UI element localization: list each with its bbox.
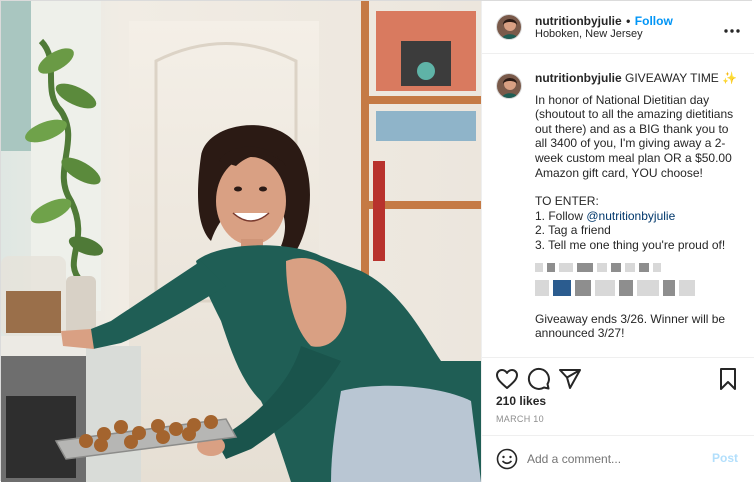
heart-icon[interactable] <box>495 367 519 391</box>
follow-button[interactable]: Follow <box>635 14 673 28</box>
author-avatar[interactable] <box>496 14 522 40</box>
post-details-panel: nutritionbyjulie • Follow Hoboken, New J… <box>481 1 754 482</box>
mention-link[interactable]: @nutritionbyjulie <box>586 209 675 223</box>
bookmark-icon[interactable] <box>716 367 740 391</box>
share-icon[interactable] <box>558 367 582 391</box>
caption-headline: GIVEAWAY TIME <box>625 71 719 85</box>
step-3: 3. Tell me one thing you're proud of! <box>535 237 726 252</box>
post-photo[interactable] <box>1 1 481 482</box>
sparkle-icon: ✨ <box>722 71 738 85</box>
caption-username[interactable]: nutritionbyjulie <box>535 71 622 85</box>
blurred-hashtags <box>535 262 743 296</box>
post-date: MARCH 10 <box>496 414 544 424</box>
caption-body: In honor of National Dietitian day (shou… <box>535 92 734 180</box>
smiley-icon[interactable] <box>496 448 518 470</box>
post-caption: nutritionbyjulie GIVEAWAY TIME ✨ In hono… <box>535 71 743 341</box>
caption-closing: Giveaway ends 3/26. Winner will be annou… <box>535 311 726 341</box>
comment-input[interactable] <box>527 452 707 466</box>
step-1: 1. Follow @nutritionbyjulie <box>535 209 743 224</box>
step-1-text: 1. Follow <box>535 208 587 223</box>
post-image <box>1 1 481 482</box>
step-2: 2. Tag a friend <box>535 223 611 238</box>
author-username[interactable]: nutritionbyjulie <box>535 14 622 28</box>
likes-count[interactable]: 210 likes <box>496 394 546 408</box>
enter-heading: TO ENTER: <box>535 194 599 209</box>
comment-bar: Post <box>482 435 754 483</box>
more-horizontal-icon[interactable] <box>724 21 740 33</box>
action-bar: 210 likes MARCH 10 Post <box>482 357 754 482</box>
post-comment-button[interactable]: Post <box>712 451 738 465</box>
follow-separator: • <box>626 14 631 28</box>
post-location[interactable]: Hoboken, New Jersey <box>535 28 643 40</box>
instagram-post: nutritionbyjulie • Follow Hoboken, New J… <box>0 0 754 482</box>
comment-icon[interactable] <box>527 367 551 391</box>
post-header: nutritionbyjulie • Follow Hoboken, New J… <box>482 1 754 54</box>
caption-author-avatar[interactable] <box>496 73 522 99</box>
